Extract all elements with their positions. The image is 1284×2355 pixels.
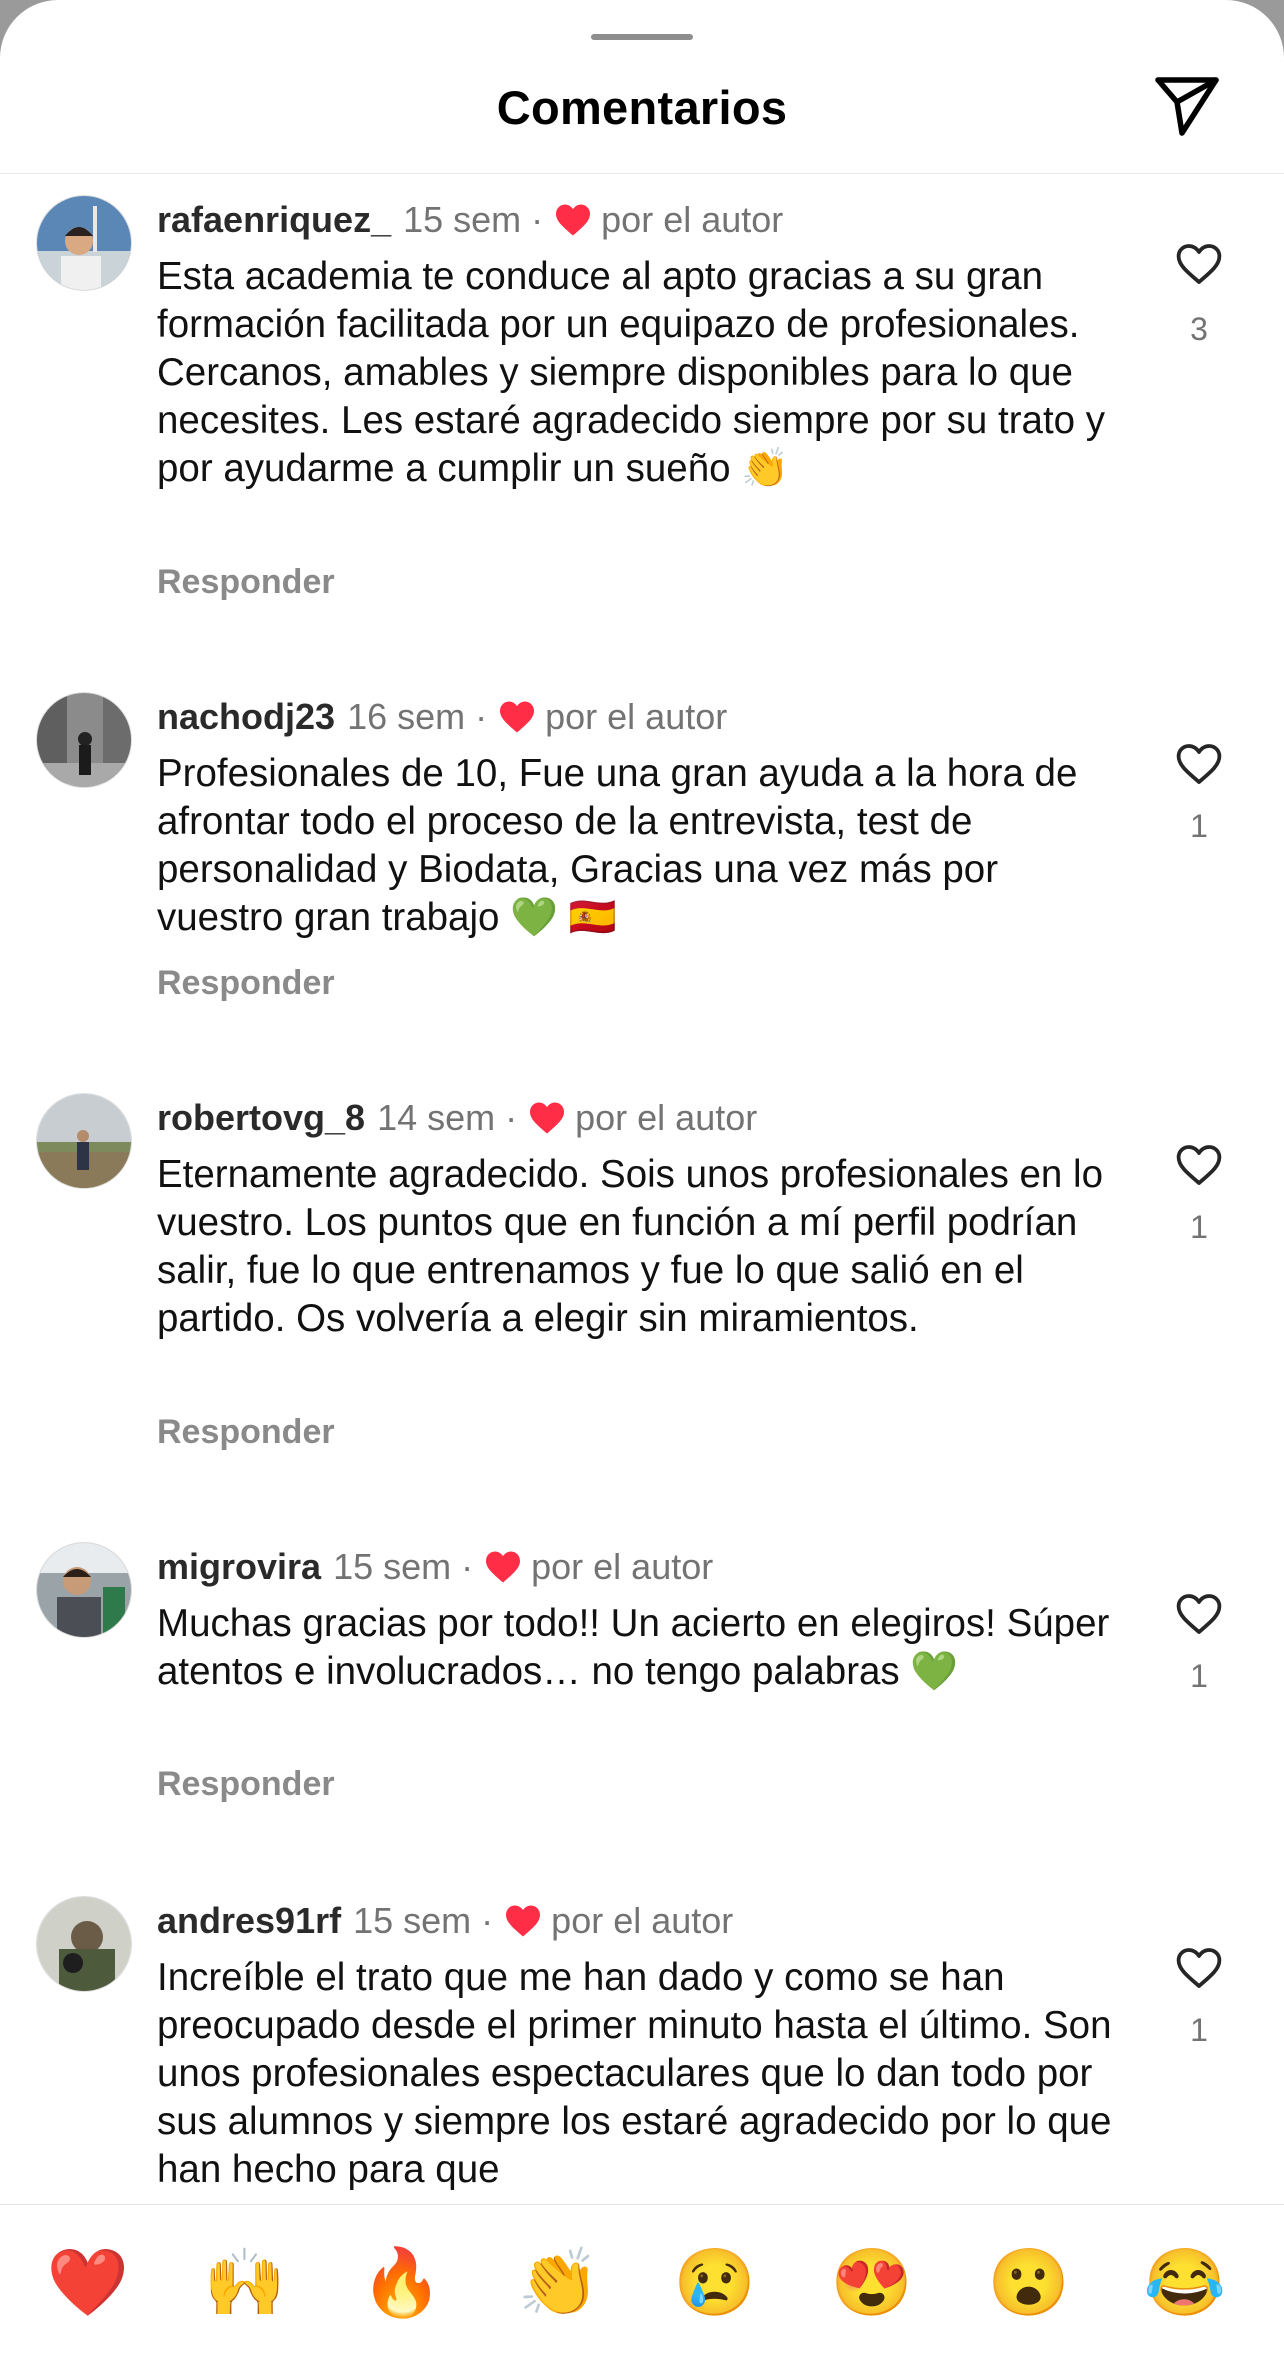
- emoji-crying-button[interactable]: 😢: [670, 2237, 760, 2327]
- username[interactable]: migrovira: [157, 1544, 321, 1590]
- comment-text: Profesionales de 10, Fue una gran ayuda …: [157, 752, 1078, 939]
- comments-sheet: Comentarios rafaenriquez_ 15 sem · por e…: [0, 0, 1284, 2355]
- reply-button[interactable]: Responder: [157, 563, 335, 602]
- comment-meta: migrovira 15 sem · por el autor: [157, 1544, 713, 1590]
- username[interactable]: rafaenriquez_: [157, 197, 391, 243]
- emoji-raised-hands-button[interactable]: 🙌: [200, 2237, 290, 2327]
- username[interactable]: nachodj23: [157, 694, 335, 740]
- emoji-heart-eyes-button[interactable]: 😍: [827, 2237, 917, 2327]
- emoji-reaction-bar: ❤️ 🙌 🔥 👏 😢 😍 😮 😂: [0, 2204, 1284, 2355]
- like-button[interactable]: [1170, 1941, 1228, 1995]
- emoji-clap-button[interactable]: 👏: [514, 2237, 604, 2327]
- timestamp: 14 sem: [377, 1097, 496, 1138]
- like-count: 1: [1190, 1658, 1208, 1694]
- comment-meta: robertovg_8 14 sem · por el autor: [157, 1095, 757, 1141]
- emoji-surprised-button[interactable]: 😮: [984, 2237, 1074, 2327]
- comment-text: Muchas gracias por todo!! Un acierto en …: [157, 1602, 1110, 1693]
- liked-by-author-label: por el autor: [545, 696, 728, 737]
- heart-outline-icon: [1176, 744, 1222, 784]
- separator: ·: [475, 696, 488, 737]
- reply-button[interactable]: Responder: [157, 1765, 335, 1804]
- timestamp: 15 sem: [403, 199, 522, 240]
- separator: ·: [481, 1900, 494, 1941]
- heart-filled-icon: [497, 697, 537, 737]
- avatar[interactable]: [36, 1542, 132, 1638]
- reply-button[interactable]: Responder: [157, 964, 335, 1003]
- comment-meta: nachodj23 16 sem · por el autor: [157, 694, 727, 740]
- like-button[interactable]: [1170, 1138, 1228, 1192]
- heart-outline-icon: [1176, 1594, 1222, 1634]
- like-count: 3: [1190, 311, 1208, 347]
- avatar[interactable]: [36, 1093, 132, 1189]
- heart-outline-icon: [1176, 1948, 1222, 1988]
- comment-text: Eternamente agradecido. Sois unos profes…: [157, 1153, 1103, 1340]
- like-count: 1: [1190, 2012, 1208, 2048]
- heart-filled-icon: [503, 1901, 543, 1941]
- avatar[interactable]: [36, 1896, 132, 1992]
- avatar[interactable]: [36, 195, 132, 291]
- header: Comentarios: [0, 0, 1284, 174]
- username[interactable]: andres91rf: [157, 1898, 341, 1944]
- page-title: Comentarios: [496, 81, 788, 134]
- liked-by-author-label: por el autor: [531, 1546, 714, 1587]
- username[interactable]: robertovg_8: [157, 1095, 365, 1141]
- comment-text: Esta academia te conduce al apto gracias…: [157, 255, 1106, 490]
- like-button[interactable]: [1170, 737, 1228, 791]
- heart-filled-icon: [527, 1098, 567, 1138]
- separator: ·: [531, 199, 544, 240]
- separator: ·: [461, 1546, 474, 1587]
- liked-by-author-label: por el autor: [601, 199, 784, 240]
- like-count: 1: [1190, 808, 1208, 844]
- like-button[interactable]: [1170, 1587, 1228, 1641]
- comments-list: rafaenriquez_ 15 sem · por el autor Esta…: [0, 175, 1284, 2205]
- liked-by-author-label: por el autor: [551, 1900, 734, 1941]
- emoji-laughing-button[interactable]: 😂: [1140, 2237, 1230, 2327]
- timestamp: 16 sem: [347, 696, 466, 737]
- separator: ·: [505, 1097, 518, 1138]
- heart-outline-icon: [1176, 244, 1222, 284]
- comment-meta: andres91rf 15 sem · por el autor: [157, 1898, 733, 1944]
- heart-filled-icon: [483, 1547, 523, 1587]
- comment-text: Increíble el trato que me han dado y com…: [157, 1956, 1112, 2191]
- emoji-heart-button[interactable]: ❤️: [43, 2237, 133, 2327]
- comment-meta: rafaenriquez_ 15 sem · por el autor: [157, 197, 783, 243]
- like-count: 1: [1190, 1209, 1208, 1245]
- paper-plane-icon: [1155, 77, 1219, 136]
- heart-outline-icon: [1176, 1145, 1222, 1185]
- timestamp: 15 sem: [333, 1546, 452, 1587]
- share-button[interactable]: [1148, 70, 1226, 142]
- liked-by-author-label: por el autor: [575, 1097, 758, 1138]
- heart-filled-icon: [553, 200, 593, 240]
- reply-button[interactable]: Responder: [157, 1413, 335, 1452]
- avatar[interactable]: [36, 692, 132, 788]
- emoji-fire-button[interactable]: 🔥: [357, 2237, 447, 2327]
- like-button[interactable]: [1170, 237, 1228, 291]
- timestamp: 15 sem: [353, 1900, 472, 1941]
